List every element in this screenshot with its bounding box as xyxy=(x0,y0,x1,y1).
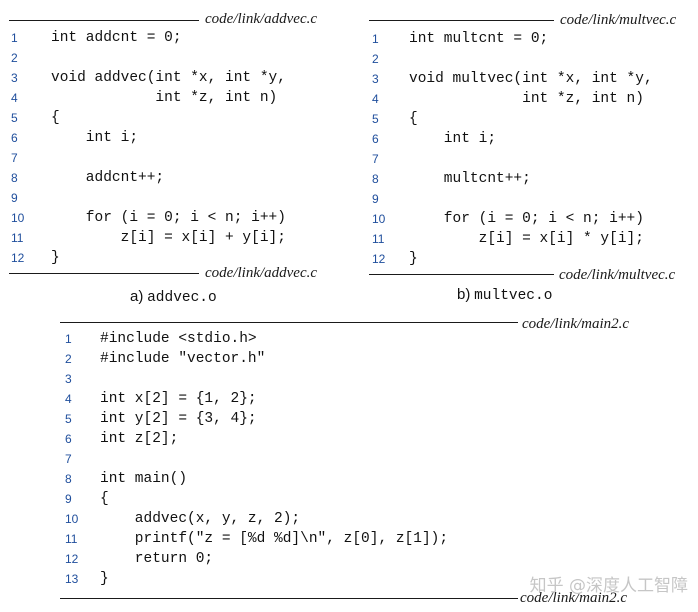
code-text: void multvec(int *x, int *y, xyxy=(409,71,653,87)
line-number: 5 xyxy=(372,112,379,126)
code-text: printf("z = [%d %d]\n", z[0], z[1]); xyxy=(100,531,449,547)
code-text: #include "vector.h" xyxy=(100,351,266,367)
line-number: 4 xyxy=(65,392,72,406)
line-number: 2 xyxy=(65,352,72,366)
multvec-top-path: code/link/multvec.c xyxy=(560,12,677,28)
line-number: 12 xyxy=(65,552,79,566)
multvec-bottom-path: code/link/multvec.c xyxy=(559,267,676,283)
main2-top-path: code/link/main2.c xyxy=(522,316,630,332)
line-number: 9 xyxy=(65,492,72,506)
line-number: 10 xyxy=(372,212,386,226)
code-text: int i; xyxy=(51,130,139,146)
line-number: 2 xyxy=(372,52,379,66)
line-number: 11 xyxy=(372,232,385,246)
line-number: 2 xyxy=(11,51,18,65)
line-number: 4 xyxy=(372,92,379,106)
line-number: 1 xyxy=(65,332,72,346)
main2-top-rule xyxy=(60,322,518,323)
code-text: for (i = 0; i < n; i++) xyxy=(51,210,286,226)
line-number: 1 xyxy=(11,31,18,45)
line-number: 4 xyxy=(11,91,18,105)
addvec-code: 1 int addcnt = 0; 2 3 void addvec(int *x, … xyxy=(11,28,341,268)
code-text: } xyxy=(51,250,60,266)
line-number: 10 xyxy=(11,211,25,225)
code-text: int addcnt = 0; xyxy=(51,30,182,46)
line-number: 8 xyxy=(372,172,379,186)
line-number: 12 xyxy=(372,252,386,266)
main2-bottom-rule xyxy=(60,598,518,599)
code-text: for (i = 0; i < n; i++) xyxy=(409,211,644,227)
line-number: 12 xyxy=(11,251,25,265)
multvec-caption: b) multvec.o xyxy=(457,286,552,305)
code-text: addvec(x, y, z, 2); xyxy=(100,511,301,527)
line-number: 1 xyxy=(372,32,379,46)
code-text: } xyxy=(100,571,109,587)
code-text: int z[2]; xyxy=(100,431,179,447)
code-text: void addvec(int *x, int *y, xyxy=(51,70,286,86)
code-text: #include <stdio.h> xyxy=(100,331,257,347)
code-text: int i; xyxy=(409,131,497,147)
code-text: z[i] = x[i] + y[i]; xyxy=(51,230,286,246)
code-text: multcnt++; xyxy=(409,171,531,187)
line-number: 8 xyxy=(65,472,72,486)
code-text: int x[2] = {1, 2}; xyxy=(100,391,257,407)
line-number: 7 xyxy=(11,151,18,165)
code-text: { xyxy=(100,491,109,507)
addvec-top-path: code/link/addvec.c xyxy=(205,11,318,27)
line-number: 5 xyxy=(11,111,18,125)
caption-filename: addvec.o xyxy=(147,290,217,306)
caption-prefix: a) xyxy=(130,288,144,305)
line-number: 3 xyxy=(11,71,18,85)
addvec-bottom-path: code/link/addvec.c xyxy=(205,265,318,281)
code-text: int multcnt = 0; xyxy=(409,31,549,47)
code-text: return 0; xyxy=(100,551,214,567)
multvec-bottom-rule xyxy=(369,274,554,275)
line-number: 5 xyxy=(65,412,72,426)
line-number: 8 xyxy=(11,171,18,185)
line-number: 11 xyxy=(65,532,78,546)
code-text: { xyxy=(409,111,418,127)
line-number: 3 xyxy=(372,72,379,86)
line-number: 6 xyxy=(65,432,72,446)
line-number: 7 xyxy=(372,152,379,166)
code-text: z[i] = x[i] * y[i]; xyxy=(409,231,644,247)
code-text: addcnt++; xyxy=(51,170,165,186)
multvec-code: 1 int multcnt = 0; 2 3 void multvec(int *x… xyxy=(372,29,692,269)
line-number: 6 xyxy=(11,131,18,145)
addvec-caption: a) addvec.o xyxy=(130,288,217,307)
line-number: 9 xyxy=(372,192,379,206)
code-text: int y[2] = {3, 4}; xyxy=(100,411,257,427)
code-text: int *z, int n) xyxy=(409,91,644,107)
watermark: 知乎 @深度人工智障 xyxy=(529,576,688,596)
code-text: } xyxy=(409,251,418,267)
main2-code: 1 #include <stdio.h> 2 #include "vector.h"… xyxy=(65,329,515,589)
multvec-top-rule xyxy=(369,20,554,21)
line-number: 9 xyxy=(11,191,18,205)
code-text: int *z, int n) xyxy=(51,90,278,106)
line-number: 13 xyxy=(65,572,79,586)
addvec-bottom-rule xyxy=(9,273,199,274)
code-text: int main() xyxy=(100,471,188,487)
line-number: 10 xyxy=(65,512,79,526)
line-number: 6 xyxy=(372,132,379,146)
line-number: 11 xyxy=(11,231,24,245)
caption-filename: multvec.o xyxy=(474,288,553,304)
code-text: { xyxy=(51,110,60,126)
line-number: 3 xyxy=(65,372,72,386)
caption-prefix: b) xyxy=(457,286,471,303)
addvec-top-rule xyxy=(9,20,199,21)
line-number: 7 xyxy=(65,452,72,466)
